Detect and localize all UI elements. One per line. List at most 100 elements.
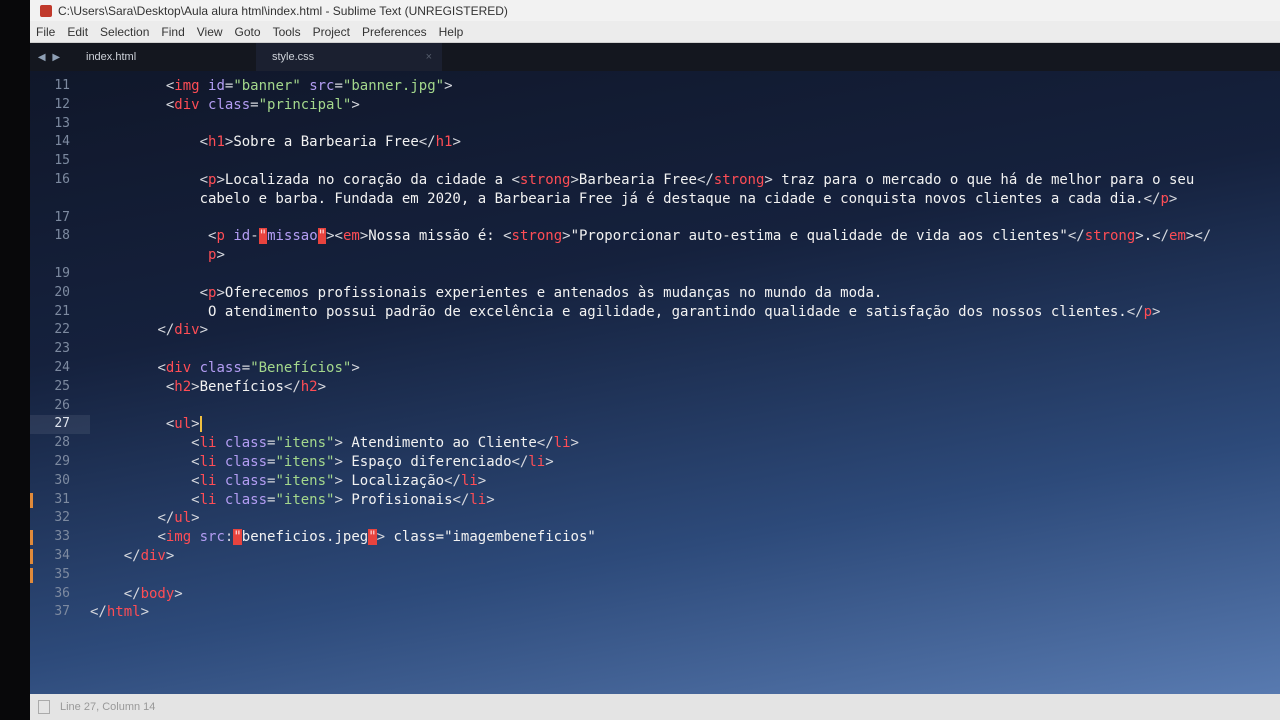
code-token: </ bbox=[1067, 228, 1085, 245]
code-line[interactable]: 24 <div class="Benefícios"> bbox=[30, 359, 1280, 378]
code-token: body bbox=[140, 585, 175, 602]
code-line[interactable]: 27 <ul> bbox=[30, 415, 1280, 435]
code-token: Espaço diferenciado bbox=[342, 453, 512, 470]
code-token: li bbox=[199, 453, 217, 470]
code-line[interactable]: 31 <li class="itens"> Profisionais</li> bbox=[30, 491, 1280, 510]
modified-marker bbox=[30, 492, 33, 508]
code-line[interactable]: 33 <img src:"beneficios.jpeg"> class="im… bbox=[30, 528, 1280, 547]
code-token: < bbox=[191, 491, 200, 508]
code-token: > bbox=[334, 435, 343, 452]
title-bar: C:\Users\Sara\Desktop\Aula alura html\in… bbox=[30, 0, 1280, 21]
code-line[interactable]: 37 </html> bbox=[30, 603, 1280, 622]
line-content: <h1>Sobre a Barbearia Free</h1> bbox=[90, 133, 461, 152]
line-content: </html> bbox=[90, 603, 149, 622]
code-token: Localização bbox=[342, 472, 445, 489]
code-line[interactable]: 20 <p>Oferecemos profissionais experient… bbox=[30, 284, 1280, 303]
tab-nav-arrows-icon[interactable]: ◀ ▶ bbox=[30, 52, 70, 63]
code-token: O atendimento possui padrão de excelênci… bbox=[90, 303, 1127, 320]
code-token: > bbox=[199, 322, 209, 339]
code-token: h2 bbox=[174, 378, 192, 395]
code-line[interactable]: cabelo e barba. Fundada em 2020, a Barbe… bbox=[30, 190, 1280, 209]
code-line[interactable]: 21 O atendimento possui padrão de excelê… bbox=[30, 303, 1280, 322]
panel-toggle-icon[interactable] bbox=[38, 700, 50, 714]
code-token: cabelo e barba. Fundada em 2020, a Barbe… bbox=[90, 190, 1144, 207]
code-token: html bbox=[106, 604, 141, 621]
code-token: img bbox=[165, 529, 192, 546]
code-token: </ bbox=[157, 510, 175, 527]
code-token: > bbox=[477, 472, 487, 489]
close-tab-icon[interactable]: × bbox=[426, 43, 432, 71]
menu-selection[interactable]: Selection bbox=[94, 25, 155, 39]
code-token: > bbox=[165, 547, 175, 564]
line-number: 35 bbox=[30, 566, 90, 585]
code-line[interactable]: 19 bbox=[30, 265, 1280, 284]
code-lines: 11 <img id="banner" src="banner.jpg"> 12 … bbox=[30, 77, 1280, 622]
code-line[interactable]: 32 </ul> bbox=[30, 509, 1280, 528]
code-line[interactable]: 18 <p id-"missao"><em>Nossa missão é: <s… bbox=[30, 227, 1280, 246]
code-line[interactable]: 14 <h1>Sobre a Barbearia Free</h1> bbox=[30, 133, 1280, 152]
code-token: </ bbox=[157, 322, 175, 339]
code-line[interactable]: 28 <li class="itens"> Atendimento ao Cli… bbox=[30, 434, 1280, 453]
code-line[interactable]: 17 bbox=[30, 209, 1280, 228]
code-token: id bbox=[224, 228, 251, 245]
code-token: src bbox=[300, 78, 335, 94]
code-token: src bbox=[191, 529, 225, 546]
menu-goto[interactable]: Goto bbox=[229, 25, 267, 39]
code-token: > bbox=[1168, 190, 1178, 207]
code-token: > bbox=[764, 171, 773, 188]
code-token: p bbox=[216, 228, 225, 245]
code-line[interactable]: 34 </div> bbox=[30, 547, 1280, 566]
code-line[interactable]: 35 bbox=[30, 566, 1280, 585]
line-content: <p>Localizada no coração da cidade a <st… bbox=[90, 171, 1195, 190]
menu-edit[interactable]: Edit bbox=[61, 25, 94, 39]
code-token: > bbox=[444, 78, 453, 94]
code-line[interactable]: 13 bbox=[30, 115, 1280, 134]
menu-view[interactable]: View bbox=[191, 25, 229, 39]
code-line[interactable]: 23 bbox=[30, 340, 1280, 359]
code-line[interactable]: 16 <p>Localizada no coração da cidade a … bbox=[30, 171, 1280, 190]
menu-preferences[interactable]: Preferences bbox=[356, 25, 433, 39]
code-token: "Benefícios" bbox=[250, 359, 352, 376]
code-line[interactable]: 26 bbox=[30, 397, 1280, 416]
code-token: li bbox=[469, 491, 487, 508]
code-token: > bbox=[562, 228, 571, 245]
code-token: > bbox=[334, 472, 343, 489]
tab-index-html[interactable]: index.html bbox=[70, 43, 256, 71]
code-line[interactable]: 30 <li class="itens"> Localização</li> bbox=[30, 472, 1280, 491]
text-cursor bbox=[199, 416, 202, 433]
menu-find[interactable]: Find bbox=[155, 25, 190, 39]
code-line[interactable]: 25 <h2>Benefícios</h2> bbox=[30, 378, 1280, 397]
code-token: < bbox=[199, 134, 209, 151]
code-token: h1 bbox=[435, 134, 453, 151]
code-token: </ bbox=[452, 491, 470, 508]
code-token: < bbox=[511, 171, 520, 188]
code-line[interactable]: 36 </body> bbox=[30, 585, 1280, 604]
line-number-text: 22 bbox=[54, 322, 70, 338]
code-line[interactable]: 11 <img id="banner" src="banner.jpg"> bbox=[30, 77, 1280, 96]
code-line[interactable]: 12 <div class="principal"> bbox=[30, 96, 1280, 115]
menu-help[interactable]: Help bbox=[433, 25, 470, 39]
code-line[interactable]: 15 bbox=[30, 152, 1280, 171]
screen-bezel bbox=[0, 0, 30, 720]
line-content: <li class="itens"> Profisionais</li> bbox=[90, 491, 495, 510]
menu-file[interactable]: File bbox=[30, 25, 61, 39]
tab-style-css[interactable]: style.css × bbox=[256, 43, 442, 71]
line-number: 20 bbox=[30, 284, 90, 303]
code-line[interactable]: 22 </div> bbox=[30, 321, 1280, 340]
code-token: li bbox=[199, 472, 217, 489]
code-editor[interactable]: 11 <img id="banner" src="banner.jpg"> 12 … bbox=[30, 71, 1280, 694]
code-line[interactable]: p> bbox=[30, 246, 1280, 265]
line-number-text: 31 bbox=[54, 491, 70, 507]
code-token: " bbox=[233, 529, 242, 546]
menu-project[interactable]: Project bbox=[307, 25, 356, 39]
code-token: </ bbox=[283, 378, 301, 395]
menu-tools[interactable]: Tools bbox=[267, 25, 307, 39]
code-token: "principal" bbox=[258, 96, 352, 113]
code-token: </ bbox=[123, 585, 141, 602]
code-line[interactable]: 29 <li class="itens"> Espaço diferenciad… bbox=[30, 453, 1280, 472]
